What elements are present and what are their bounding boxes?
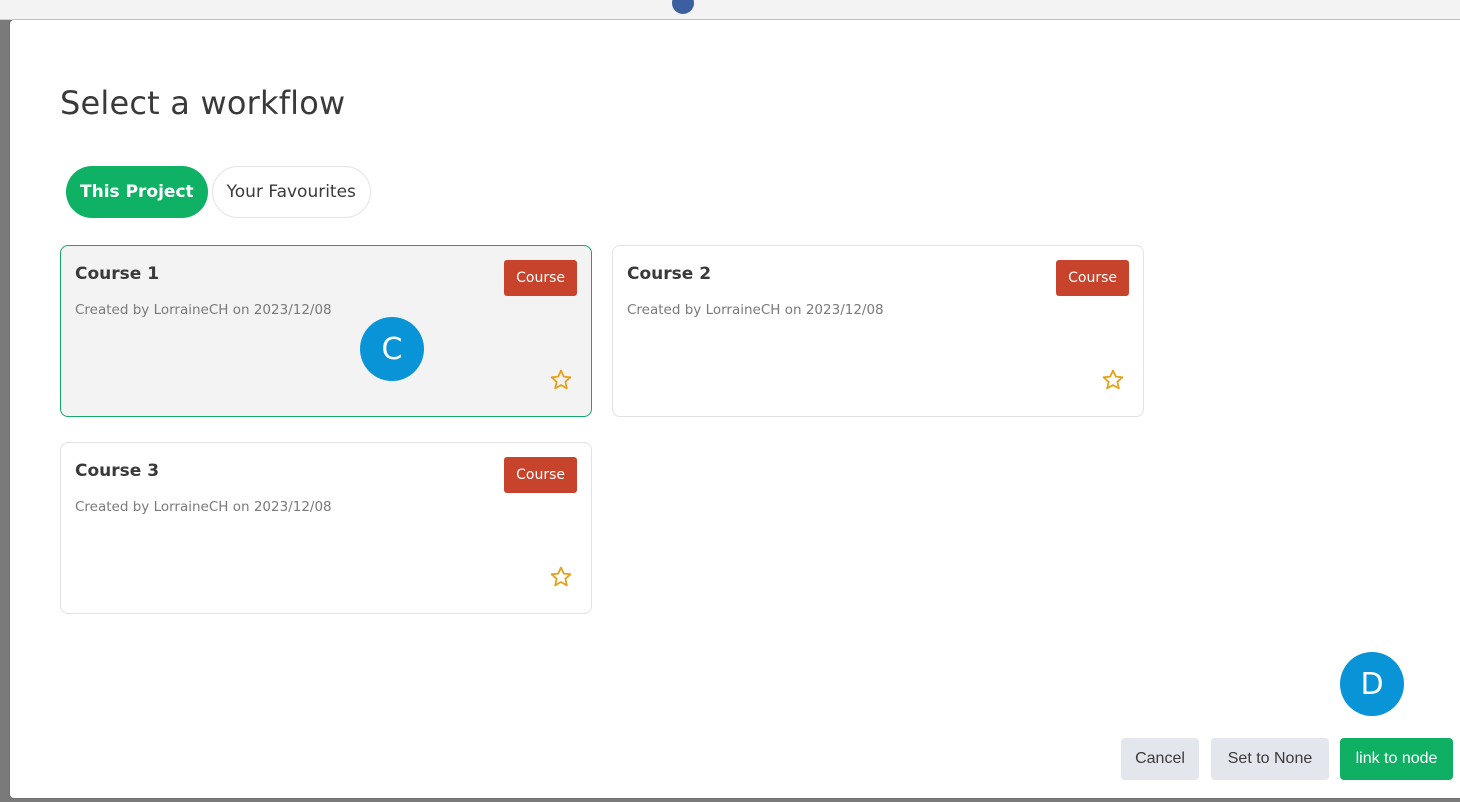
- workflow-card-course-1[interactable]: Course 1 Created by LorraineCH on 2023/1…: [60, 245, 592, 417]
- tab-your-favourites[interactable]: Your Favourites: [211, 166, 371, 218]
- workflow-card-course-2[interactable]: Course 2 Created by LorraineCH on 2023/1…: [612, 245, 1144, 417]
- workflow-card-title: Course 1: [75, 264, 160, 284]
- favourite-star-icon[interactable]: [549, 368, 573, 392]
- tab-this-project[interactable]: This Project: [66, 166, 208, 218]
- workflow-card-title: Course 3: [75, 461, 160, 481]
- favourite-star-icon[interactable]: [1101, 368, 1125, 392]
- favourite-star-icon[interactable]: [549, 565, 573, 589]
- workflow-tabs: This Project Your Favourites: [66, 166, 371, 218]
- workflow-card-meta: Created by LorraineCH on 2023/12/08: [75, 499, 332, 515]
- workflow-card-title: Course 2: [627, 264, 712, 284]
- cancel-button[interactable]: Cancel: [1121, 738, 1199, 780]
- modal-title: Select a workflow: [60, 84, 346, 122]
- workflow-card-course-3[interactable]: Course 3 Created by LorraineCH on 2023/1…: [60, 442, 592, 614]
- workflow-type-badge: Course: [504, 457, 577, 493]
- set-to-none-button[interactable]: Set to None: [1211, 738, 1329, 780]
- workflow-type-badge: Course: [504, 260, 577, 296]
- workflow-card-meta: Created by LorraineCH on 2023/12/08: [627, 302, 884, 318]
- link-to-node-button[interactable]: link to node: [1340, 738, 1453, 780]
- avatar: [672, 0, 694, 14]
- background-page-strip: [0, 0, 1460, 20]
- annotation-marker-c: C: [360, 317, 424, 381]
- annotation-marker-d: D: [1340, 652, 1404, 716]
- workflow-type-badge: Course: [1056, 260, 1129, 296]
- workflow-card-meta: Created by LorraineCH on 2023/12/08: [75, 302, 332, 318]
- select-workflow-modal: Select a workflow This Project Your Favo…: [10, 20, 1460, 798]
